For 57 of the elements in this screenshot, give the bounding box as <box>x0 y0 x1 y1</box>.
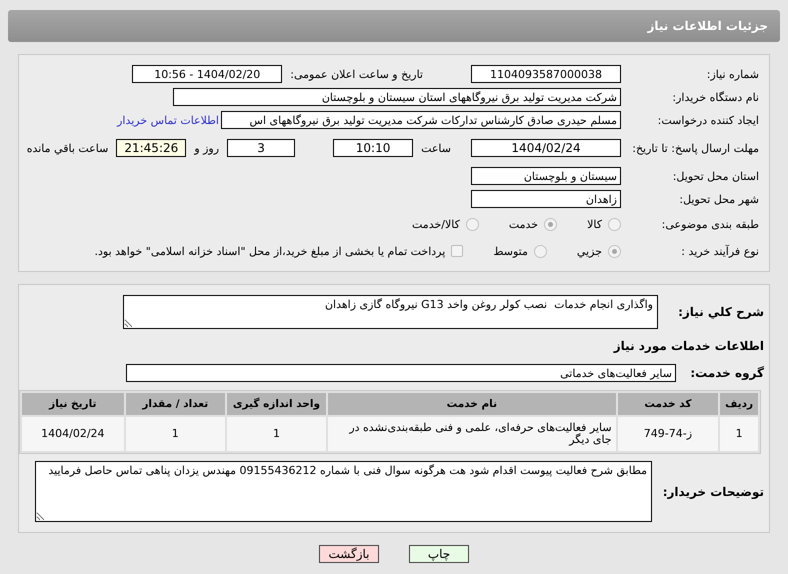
deadline-date-field: 1404/02/24 <box>471 139 621 157</box>
table-cell: ز-74-749 <box>618 417 718 451</box>
table-cell: سایر فعالیت‌های حرفه‌ای، علمی و فنی طبقه‌بندی‌نشده در جای دیگر <box>328 417 616 451</box>
page-title: جزئیات اطلاعات نیاز <box>647 19 768 33</box>
field-label: نام دستگاه خریدار: <box>671 90 759 104</box>
print-button[interactable]: چاپ <box>409 545 469 563</box>
field-label: توضیحات خریدار: <box>662 484 764 498</box>
buyer-notes-field[interactable]: مطابق شرح فعالیت پیوست اقدام شود هت هرگونه سوال فنی با شماره 09155436212 مهندس یزدان پناهی تماس حاصل فرمایید <box>35 461 652 522</box>
back-button[interactable]: بازگشت <box>319 545 379 563</box>
radio-button[interactable] <box>534 244 547 258</box>
field-label: استان محل تحویل: <box>672 170 759 182</box>
announce-date-field: 1404/02/20 - 10:56 <box>132 65 282 83</box>
deadline-time-field: 10:10 <box>333 139 414 157</box>
option-label: خدمت <box>508 218 538 230</box>
field-label: شرح کلي نياز: <box>677 305 764 319</box>
column-header: کد خدمت <box>618 393 718 415</box>
field-label: طبقه بندی موضوعی: <box>660 218 759 230</box>
column-header: ردیف <box>720 393 758 415</box>
field-label: روز و <box>194 142 220 154</box>
field-label: نوع فرآیند خرید : <box>680 244 759 258</box>
requester-field: مسلم حیدری صادق کارشناس تدارکات شرکت مدیریت تولید برق نیروگاههای اس <box>221 111 621 129</box>
option-label: جزیي <box>576 244 602 258</box>
contact-link[interactable]: اطلاعات تماس خریدار <box>117 114 219 126</box>
radio-button[interactable] <box>608 218 621 230</box>
option-label: کالا <box>587 218 602 230</box>
field-label: تاریخ و ساعت اعلان عمومی: <box>290 68 423 80</box>
radio-button[interactable] <box>544 218 558 230</box>
remaining-time-field: 21:45:26 <box>116 139 186 157</box>
city-field: زاهدان <box>471 190 621 208</box>
field-label: ساعت <box>421 142 451 154</box>
table-cell: 1 <box>226 417 326 451</box>
field-label: مهلت ارسال پاسخ: تا تاریخ: <box>631 142 759 154</box>
table-cell: 1 <box>126 417 225 451</box>
table-cell: 1404/02/24 <box>22 417 124 451</box>
province-field: سیستان و بلوچستان <box>471 167 621 185</box>
column-header: نام خدمت <box>328 393 616 415</box>
summary-field[interactable]: واگذاری انجام خدمات نصب کولر روغن واخد G13 نیروگاه گازی زاهدان <box>123 295 658 329</box>
field-label: ایجاد کننده درخواست: <box>656 114 759 126</box>
option-label: متوسط <box>493 244 528 258</box>
field-label: شهر محل تحویل: <box>678 192 759 206</box>
days-field: 3 <box>227 139 296 157</box>
column-header: تاریخ نیاز <box>22 393 124 415</box>
radio-button[interactable] <box>608 244 621 258</box>
option-label: کالا/خدمت <box>412 218 460 230</box>
table-cell: 1 <box>720 417 758 451</box>
service-group-field: سایر فعالیت‌های خدماتی <box>126 364 676 382</box>
column-header: واحد اندازه گیری <box>226 393 326 415</box>
field-label: گروه خدمت: <box>689 366 764 380</box>
payment-note: پرداخت تمام یا بخشی از مبلغ خرید،از محل "اسناد خزانه اسلامی" خواهد بود. <box>94 244 446 258</box>
need-number-field: 1104093587000038 <box>471 65 621 83</box>
buyer-org-field: شرکت مدیریت تولید برق نیروگاههای استان سیستان و بلوچستان <box>173 88 621 106</box>
radio-button[interactable] <box>466 218 479 230</box>
checkbox[interactable] <box>451 245 464 257</box>
field-label: ساعت باقي مانده <box>26 142 108 154</box>
column-header: تعداد / مقدار <box>126 393 225 415</box>
field-label: شماره نیاز: <box>706 68 759 80</box>
section-heading: اطلاعات خدمات مورد نیاز <box>612 339 764 353</box>
